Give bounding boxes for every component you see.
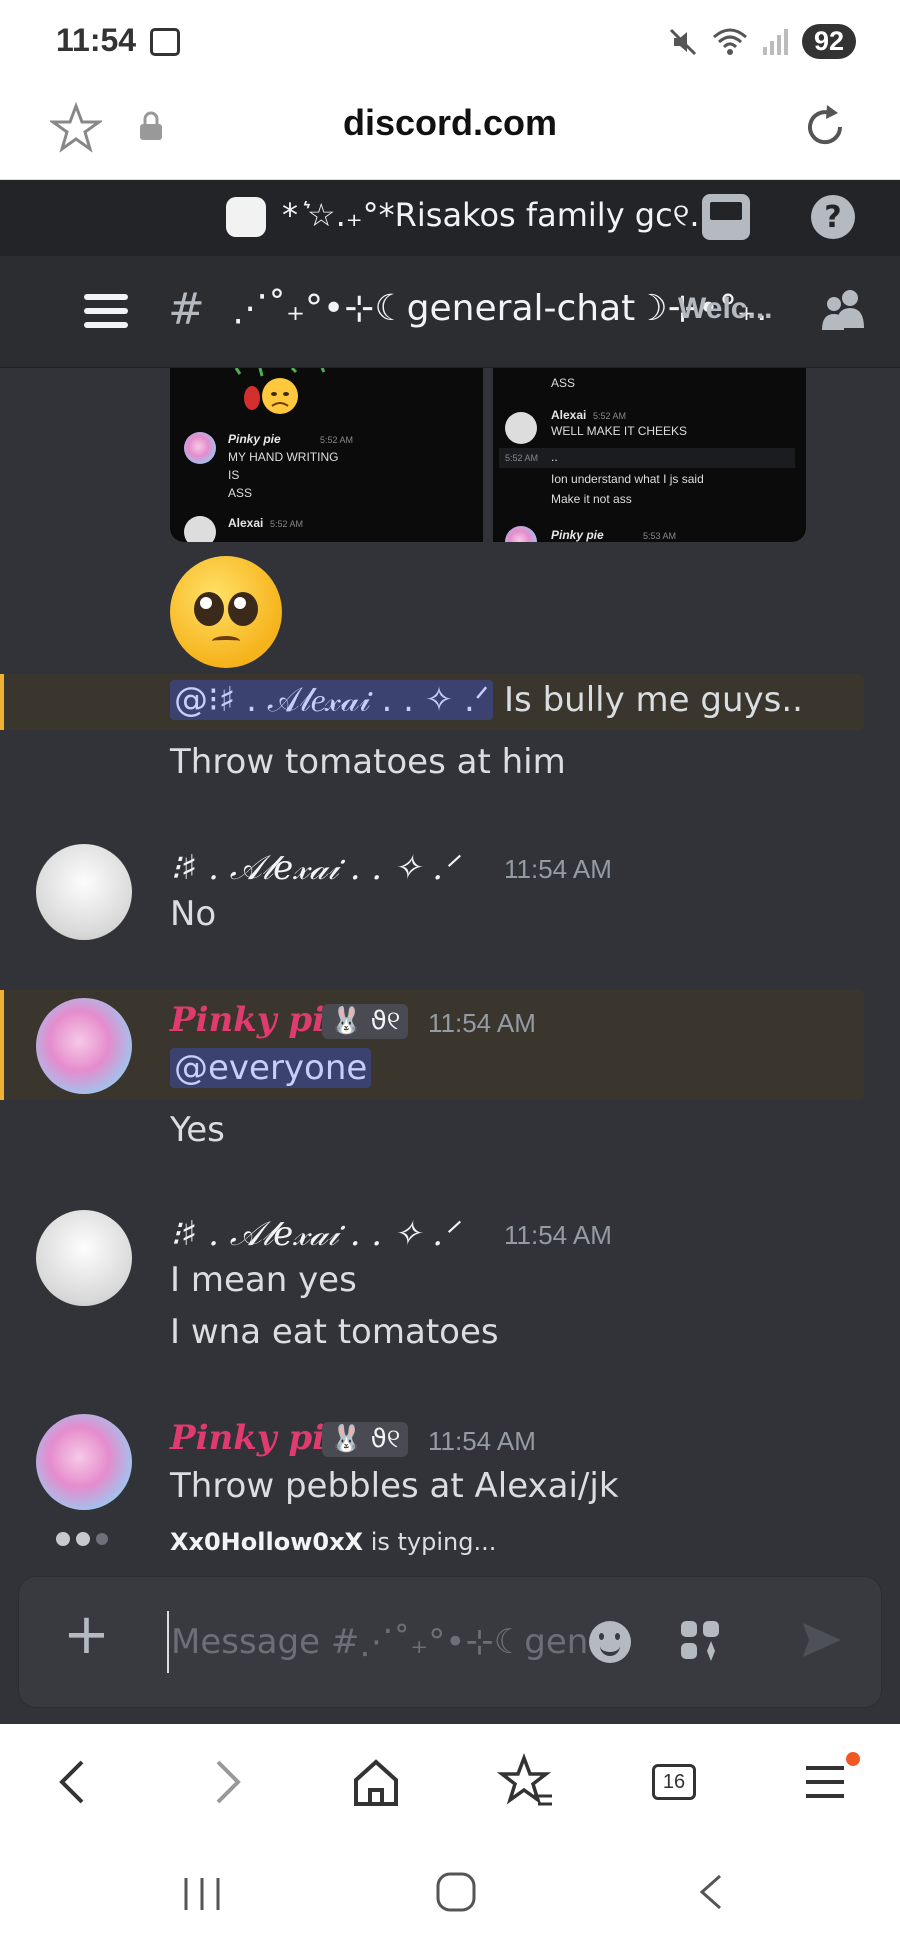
- message-text: Is bully me guys..: [493, 680, 803, 720]
- status-icons: 92: [668, 24, 856, 59]
- status-time: 11:54: [56, 22, 137, 58]
- typing-indicator: Xx0Hollow0xX is typing...: [170, 1528, 497, 1556]
- preview-avatar: [505, 526, 537, 542]
- inbox-icon[interactable]: [700, 192, 752, 242]
- message-author[interactable]: ⁝♯ . 𝒜𝓁𝑒𝓍𝒶𝒾 . . ✧ .ᐟ: [170, 1214, 457, 1254]
- preview-avatar: [184, 516, 216, 542]
- avatar[interactable]: [36, 998, 132, 1094]
- preview-hover-row: [499, 448, 795, 468]
- system-nav-bar: [0, 1840, 900, 1950]
- emoji-eye: [228, 592, 258, 626]
- user-tag-badge: 🐰 ϑ୧: [322, 1004, 409, 1039]
- server-icon: [226, 197, 266, 237]
- message-timestamp: 11:54 AM: [504, 854, 612, 884]
- mute-icon: [669, 28, 697, 55]
- message-input[interactable]: [167, 1611, 587, 1673]
- attachment-image-right[interactable]: ASS Alexai 5:52 AM WELL MAKE IT CHEEKS 5…: [493, 368, 806, 542]
- avatar[interactable]: [36, 1414, 132, 1510]
- emoji-sticker-icon: [234, 368, 326, 414]
- battery-indicator: 92: [801, 24, 856, 59]
- message-timestamp: 11:54 AM: [504, 1220, 612, 1250]
- message-line[interactable]: Throw tomatoes at him: [170, 742, 566, 782]
- message-author[interactable]: Pinky pie: [170, 1000, 347, 1040]
- typing-indicator-icon: [56, 1532, 108, 1546]
- reload-icon[interactable]: [800, 102, 850, 152]
- message-timestamp: 11:54 AM: [428, 1426, 536, 1456]
- help-icon[interactable]: ?: [810, 194, 856, 240]
- notification-dot: [846, 1752, 860, 1766]
- browser-bottom-nav: 16: [0, 1724, 900, 1840]
- recents-icon[interactable]: [180, 1874, 226, 1914]
- send-icon[interactable]: [799, 1617, 845, 1663]
- member-list-icon[interactable]: [820, 288, 868, 332]
- message-line[interactable]: Yes: [170, 1110, 225, 1150]
- status-bar: 11:54 92: [0, 0, 900, 80]
- emoji-picker-icon[interactable]: [589, 1621, 631, 1663]
- signal-icon: [762, 28, 788, 55]
- everyone-mention[interactable]: @everyone: [170, 1048, 372, 1088]
- url-text[interactable]: discord.com: [0, 102, 900, 144]
- emoji-mouth: [212, 636, 240, 646]
- back-icon[interactable]: [44, 1752, 104, 1812]
- home-button-icon[interactable]: [434, 1870, 478, 1914]
- message-line[interactable]: I wna eat tomatoes: [170, 1312, 499, 1352]
- avatar[interactable]: [36, 844, 132, 940]
- message-line[interactable]: @⁝♯ . 𝒜𝓁𝑒𝓍𝒶𝒾 . . ✧ .ᐟ Is bully me guys..: [170, 680, 803, 720]
- message-timestamp: 11:54 AM: [428, 1008, 536, 1038]
- preview-avatar: [505, 412, 537, 444]
- emoji-eye: [194, 592, 224, 626]
- svg-text:?: ?: [824, 200, 841, 235]
- image-attachments[interactable]: Pinky pie 5:52 AM MY HAND WRITING IS ASS…: [170, 368, 806, 542]
- message-line[interactable]: I mean yes: [170, 1260, 357, 1300]
- server-name[interactable]: * ͛☆.₊°*Risakos family gc୧...: [282, 196, 720, 235]
- message-list[interactable]: Pinky pie 5:52 AM MY HAND WRITING IS ASS…: [0, 368, 900, 1570]
- home-icon[interactable]: [346, 1752, 406, 1812]
- avatar[interactable]: [36, 1210, 132, 1306]
- browser-url-bar: discord.com: [0, 80, 900, 180]
- forward-icon[interactable]: [196, 1752, 256, 1812]
- server-header[interactable]: * ͛☆.₊°*Risakos family gc୧... ?: [0, 180, 900, 256]
- channel-topic[interactable]: Welc...: [678, 292, 772, 326]
- message-author[interactable]: ⁝♯ . 𝒜𝓁𝑒𝓍𝒶𝒾 . . ✧ .ᐟ: [170, 848, 457, 888]
- message-author[interactable]: Pinky pie: [170, 1418, 347, 1458]
- channel-hash-icon: #: [168, 284, 205, 335]
- pleading-face-emoji: [170, 556, 282, 668]
- message-composer: +: [18, 1576, 882, 1708]
- user-tag-badge: 🐰 ϑ୧: [322, 1422, 409, 1457]
- attachment-image-left[interactable]: Pinky pie 5:52 AM MY HAND WRITING IS ASS…: [170, 368, 483, 542]
- user-mention[interactable]: @⁝♯ . 𝒜𝓁𝑒𝓍𝒶𝒾 . . ✧ .ᐟ: [170, 680, 494, 720]
- attach-plus-icon[interactable]: +: [63, 1607, 110, 1663]
- system-back-icon[interactable]: [690, 1870, 730, 1914]
- hamburger-menu-icon[interactable]: [84, 292, 132, 330]
- screenshot-icon: [150, 28, 180, 56]
- message-line[interactable]: @everyone: [170, 1048, 372, 1088]
- channel-header: # ⋰˚₊°•⊹☾general-chat☽⊹•°₊. Welc...: [0, 256, 900, 368]
- apps-icon[interactable]: [679, 1619, 721, 1661]
- tabs-button[interactable]: 16: [652, 1764, 696, 1800]
- wifi-icon: [712, 28, 747, 55]
- bookmarks-icon[interactable]: [496, 1752, 556, 1812]
- preview-avatar: [184, 432, 216, 464]
- message-line[interactable]: No: [170, 894, 216, 934]
- message-line[interactable]: Throw pebbles at Alexai/jk: [170, 1466, 619, 1506]
